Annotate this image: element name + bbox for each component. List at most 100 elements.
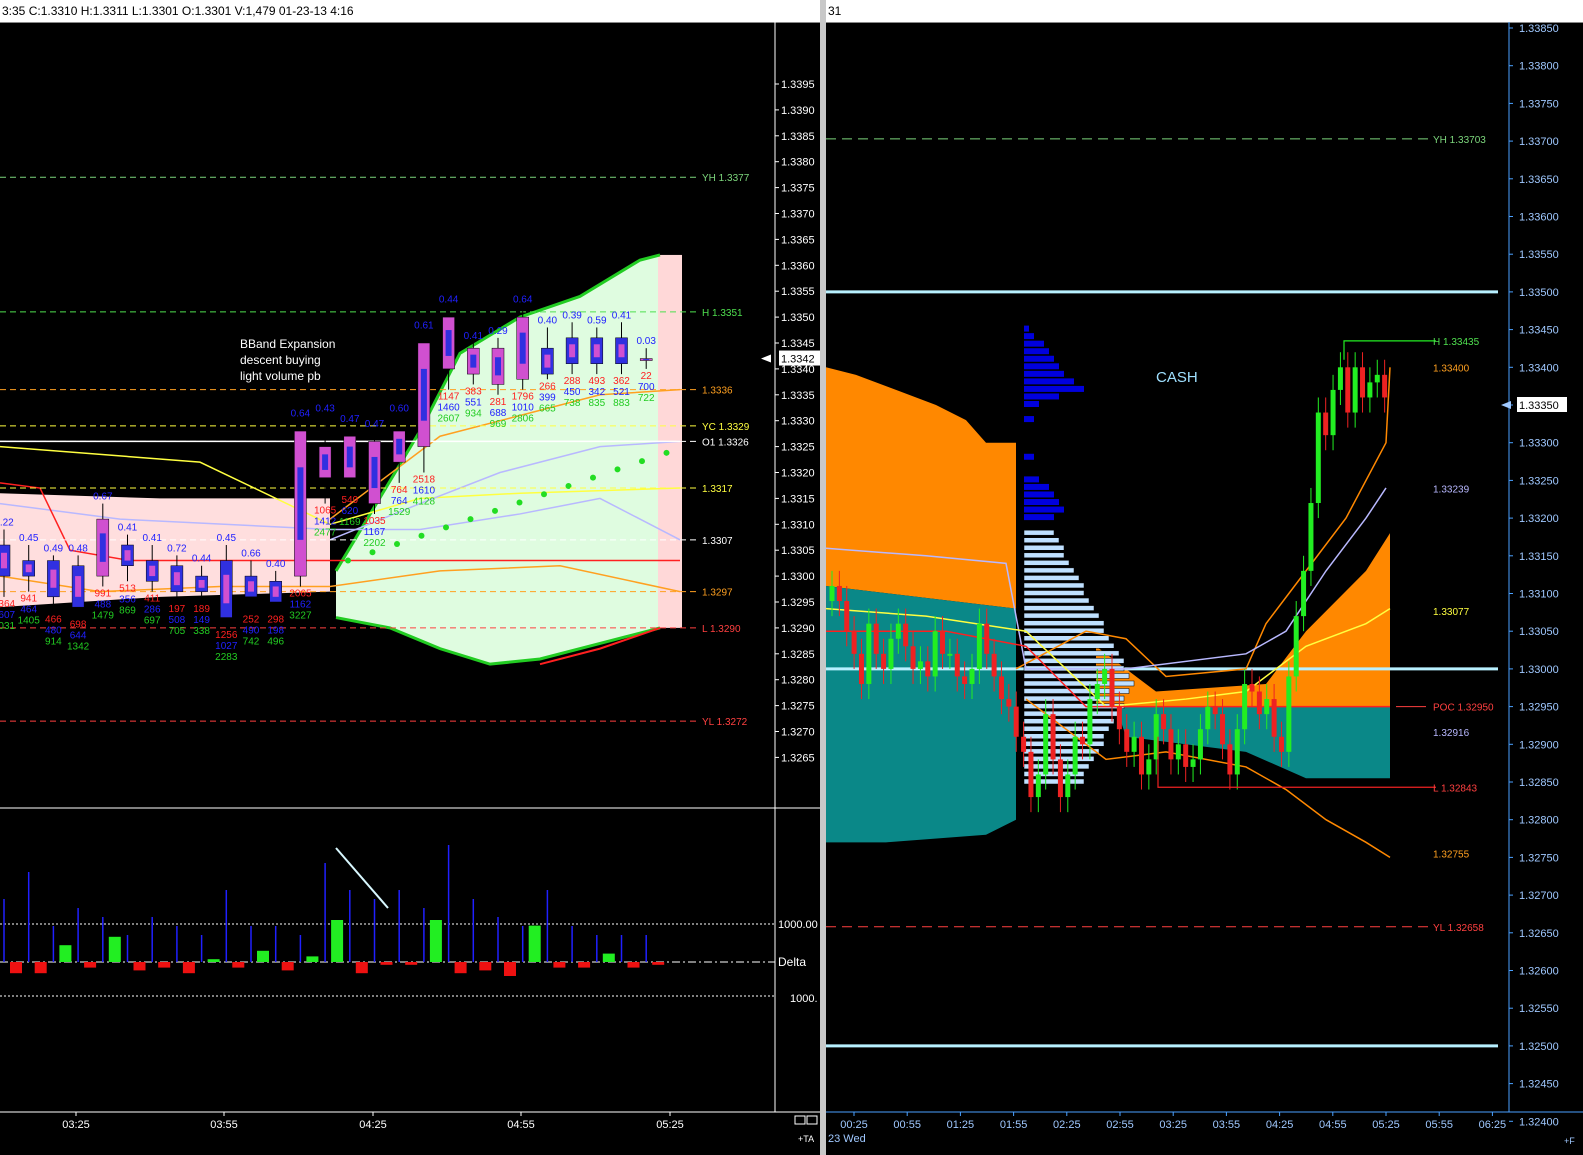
- price-tick-label: 1.32450: [1519, 1079, 1559, 1091]
- delta-bar: [207, 959, 220, 962]
- delta-bar: [331, 920, 344, 962]
- bar-ratio-label: 0.41: [612, 310, 632, 321]
- delta-bar: [553, 962, 566, 968]
- delta-bar: [454, 962, 467, 974]
- price-tick-label: 1.33000: [1519, 664, 1559, 676]
- candle-body: [903, 623, 909, 647]
- level-label: 1.33239: [1433, 485, 1470, 496]
- bar-total-label: 914: [45, 636, 62, 647]
- candle-body: [1382, 374, 1388, 398]
- price-tick-label: 1.33800: [1519, 61, 1559, 73]
- bar-sell-label: 288: [564, 376, 581, 387]
- level-label: 1.33077: [1433, 607, 1470, 618]
- price-tick-label: 1.33600: [1519, 212, 1559, 224]
- right-price-chart[interactable]: YH 1.33703 H 1.33435 1.33400 1.33239 1.33077…: [826, 22, 1583, 1155]
- profile-bin-light: [1023, 612, 1100, 619]
- price-tick-label: 1.33050: [1519, 626, 1559, 638]
- sar-dot: [467, 516, 474, 523]
- delta-bar: [59, 945, 72, 962]
- price-tick-label: 1.33300: [1519, 438, 1559, 450]
- bar-inner: [593, 344, 600, 358]
- price-tick-label: 1.33400: [1519, 362, 1559, 374]
- session-label: CASH: [1156, 369, 1198, 386]
- annotation-line-2: descent buying: [240, 353, 321, 367]
- price-tick-label: 1.32500: [1519, 1041, 1559, 1053]
- candle-body: [1352, 367, 1358, 413]
- candle-body: [1323, 412, 1329, 436]
- level-label: H 1.33435: [1433, 337, 1480, 348]
- candle-body: [888, 638, 894, 669]
- bar-total-label: 1529: [388, 507, 411, 518]
- price-tick-label: 1.33500: [1519, 287, 1559, 299]
- candle-body: [1035, 774, 1041, 798]
- bar-buy-label: 1162: [290, 599, 312, 610]
- bar-sell-label: 281: [490, 397, 507, 408]
- candle-body: [1374, 374, 1380, 383]
- bar-ratio-label: 0.29: [488, 326, 508, 337]
- restore-icon: [806, 1115, 818, 1125]
- price-tick-label: 1.3350: [781, 312, 815, 324]
- bar-ratio-label: 0.22: [0, 517, 14, 528]
- time-tick-label: 04:55: [1319, 1119, 1347, 1131]
- time-tick-label: 01:25: [947, 1119, 975, 1131]
- profile-bin-light: [1023, 560, 1070, 566]
- date-label: 23 Wed: [828, 1133, 866, 1145]
- bar-ratio-label: 0.47: [340, 414, 360, 425]
- session-high-line: [1343, 340, 1436, 360]
- bar-buy-label: 286: [144, 605, 161, 616]
- sar-dot: [639, 458, 645, 465]
- profile-bin: [1024, 325, 1029, 332]
- bar-inner: [75, 576, 82, 597]
- price-tick-label: 1.33650: [1519, 174, 1559, 186]
- price-tick-label: 1.33700: [1519, 136, 1559, 148]
- candle-body: [1367, 382, 1373, 398]
- sar-dot: [369, 549, 376, 556]
- bar-sell-label: 266: [539, 381, 556, 392]
- time-tick-label: 05:25: [1372, 1119, 1400, 1131]
- candle-body: [910, 646, 916, 669]
- bar-inner: [124, 550, 131, 561]
- level-label: L 1.32843: [1433, 783, 1478, 794]
- level-label: YH 1.33703: [1433, 135, 1486, 146]
- candle-body: [1131, 736, 1137, 752]
- price-tick-label: 1.3270: [781, 727, 815, 739]
- profile-bin: [1024, 483, 1049, 490]
- time-tick-label: 04:25: [359, 1119, 387, 1131]
- candle-body: [1308, 503, 1314, 571]
- price-tick-label: 1.32650: [1519, 928, 1559, 940]
- bar-inner: [470, 354, 477, 368]
- bar-ratio-label: 0.41: [118, 523, 138, 534]
- candle-body: [1146, 759, 1152, 775]
- bar-inner: [618, 344, 625, 358]
- bar-total-label: 835: [588, 398, 605, 409]
- bar-ratio-label: 0.67: [93, 492, 113, 503]
- price-tick-label: 1.3325: [781, 442, 815, 454]
- time-tick-label: 02:55: [1106, 1119, 1134, 1131]
- bar-ratio-label: 0.47: [365, 419, 385, 430]
- candle-body: [1330, 389, 1336, 436]
- bar-sell-label: 991: [94, 588, 111, 599]
- time-tick-label: 03:55: [1213, 1119, 1241, 1131]
- level-label: 1.33400: [1433, 363, 1470, 374]
- bar-ratio-label: 0.03: [636, 336, 656, 347]
- sar-dot: [590, 474, 596, 481]
- candle-body: [932, 631, 938, 677]
- bar-ratio-label: 0.40: [538, 315, 558, 326]
- bar-inner: [272, 586, 279, 597]
- level-label: O1 1.3326: [702, 437, 749, 448]
- profile-bin-light: [1023, 575, 1080, 581]
- candle-body: [1301, 570, 1307, 617]
- candle-body: [1138, 736, 1144, 775]
- bar-sell-label: 252: [243, 614, 260, 625]
- level-label: YC 1.3329: [702, 422, 750, 433]
- bar-inner: [149, 565, 156, 577]
- price-tick-label: 1.3285: [781, 649, 815, 661]
- bar-inner: [495, 357, 501, 376]
- candle-body: [925, 661, 931, 677]
- bar-sell-label: 2065: [289, 588, 312, 599]
- price-tick-label: 1.3360: [781, 260, 815, 272]
- left-price-chart[interactable]: YH 1.3377 H 1.3351 1.3336 YC 1.3329 O1 1.332…: [0, 22, 820, 1155]
- price-tick-label: 1.3280: [781, 675, 815, 687]
- bar-ratio-label: 0.43: [315, 404, 335, 415]
- bar-ratio-label: 0.64: [513, 295, 533, 306]
